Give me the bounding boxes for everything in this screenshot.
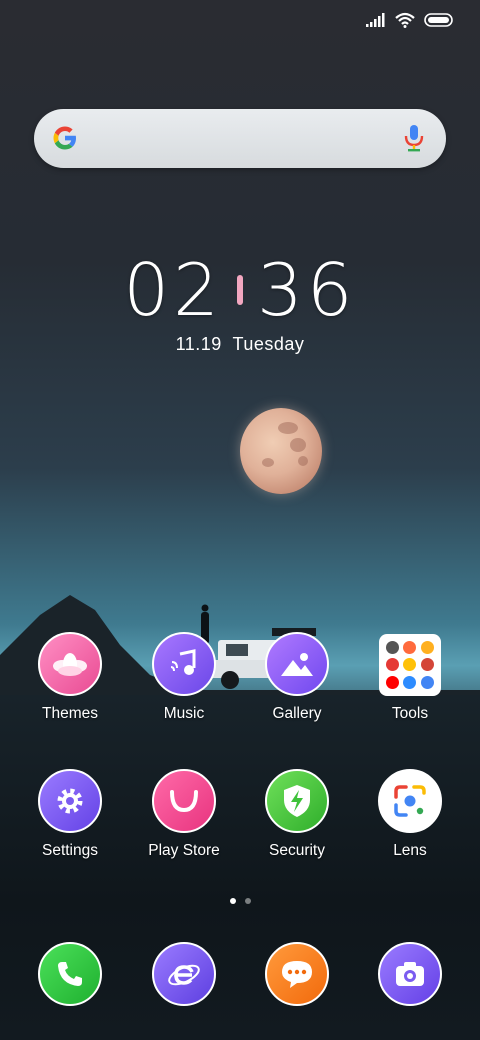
page-dot-active[interactable] (229, 898, 236, 904)
dock-browser[interactable] (129, 942, 239, 1006)
signal-icon (366, 13, 385, 27)
dock-phone[interactable] (15, 942, 125, 1006)
app-label: Music (163, 705, 205, 722)
browser-e-icon (152, 942, 216, 1006)
bag-handle-icon (152, 769, 216, 833)
app-label: Gallery (272, 705, 322, 722)
camera-icon (378, 942, 442, 1006)
app-label: Tools (391, 705, 429, 722)
lens-icon (378, 769, 442, 833)
status-bar (366, 12, 454, 28)
app-security[interactable]: Security (242, 769, 352, 860)
app-music[interactable]: Music (129, 632, 239, 723)
clock-date: 11.19 Tuesday (0, 334, 480, 355)
clock-separator (237, 275, 243, 305)
app-tools-folder[interactable]: Tools (355, 634, 465, 723)
clock-time: 02 36 (0, 248, 480, 332)
page-indicator (0, 898, 480, 904)
wifi-icon (395, 12, 415, 28)
app-label: Security (269, 842, 325, 859)
google-g-icon (53, 126, 76, 150)
mountain-image-icon (265, 632, 329, 696)
clock-hours: 02 (123, 248, 223, 332)
folder-grid-icon (379, 634, 441, 696)
flower-icon (38, 632, 102, 696)
app-themes[interactable]: Themes (15, 632, 125, 723)
app-label: Settings (41, 842, 98, 859)
mic-icon[interactable] (404, 124, 424, 152)
phone-icon (38, 942, 102, 1006)
day-text: Tuesday (232, 334, 305, 354)
clock-minutes: 36 (257, 248, 357, 332)
shield-bolt-icon (265, 769, 329, 833)
google-search-bar[interactable] (34, 109, 446, 168)
dock-camera[interactable] (355, 942, 465, 1006)
app-label: Lens (393, 842, 427, 859)
moon (240, 408, 322, 494)
date-text: 11.19 (175, 334, 222, 354)
app-label: Play Store (148, 842, 220, 859)
battery-icon (424, 13, 453, 27)
app-label: Themes (42, 705, 98, 722)
app-play-store[interactable]: Play Store (129, 769, 239, 860)
app-lens[interactable]: Lens (355, 769, 465, 860)
clock-widget[interactable]: 02 36 11.19 Tuesday (0, 248, 480, 355)
gear-icon (38, 769, 102, 833)
app-settings[interactable]: Settings (15, 769, 125, 860)
dock-messages[interactable] (242, 942, 352, 1006)
music-note-icon (152, 632, 216, 696)
message-bubble-icon (265, 942, 329, 1006)
app-gallery[interactable]: Gallery (242, 632, 352, 723)
page-dot[interactable] (244, 898, 251, 904)
